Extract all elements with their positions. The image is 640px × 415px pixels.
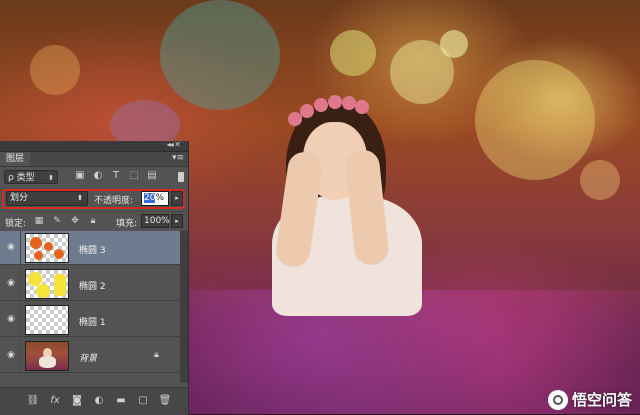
layer-name: 背景 <box>79 354 98 364</box>
lock-transparent-icon[interactable]: ▦ <box>33 215 45 227</box>
eye-icon[interactable]: ◉ <box>5 314 17 324</box>
layer-thumbnail <box>25 269 69 299</box>
delete-layer-icon[interactable]: 🗑︎ <box>158 394 172 408</box>
watermark: 悟空问答 <box>547 389 632 410</box>
flower-crown <box>328 95 342 109</box>
layer-filter-row: ρ 类型 ⬍ ▣ ◐ T ⬚ ▤ <box>0 167 188 187</box>
layer-row-ellipse-1[interactable]: ◉ 椭圆 1 <box>0 303 180 337</box>
thumb-dot <box>44 242 53 251</box>
layer-list: ◉ 椭圆 3 ◉ 椭圆 2 ◉ 椭圆 1 ◉ 背景 🔒︎ <box>0 231 180 383</box>
bottom-icons: ⛓ fx ◙ ◐ ▬ ▢ 🗑︎ <box>26 394 172 408</box>
opacity-selected-text: 20 <box>144 193 156 203</box>
thumb-figure <box>39 356 56 368</box>
layer-row-ellipse-3[interactable]: ◉ 椭圆 3 <box>0 231 180 265</box>
panel-menu-icon[interactable]: ▾≡ <box>172 153 184 163</box>
lock-icon: 🔒︎ <box>154 350 159 360</box>
chevron-down-icon: ⬍ <box>48 174 54 182</box>
layer-name: 椭圆 2 <box>79 282 106 292</box>
fill-input[interactable]: 100% <box>141 214 170 228</box>
watermark-logo-icon <box>547 389 568 410</box>
filter-kind-select[interactable]: ρ 类型 ⬍ <box>4 170 58 184</box>
filter-kind-label: ρ 类型 <box>8 173 35 183</box>
divider <box>20 267 21 301</box>
opacity-unit: % <box>155 193 165 203</box>
layer-thumbnail <box>25 341 69 371</box>
smart-object-filter-icon[interactable]: ▤ <box>146 170 158 182</box>
eye-icon[interactable]: ◉ <box>5 242 17 252</box>
flower-crown <box>342 96 356 110</box>
fill-dropdown[interactable]: ▸ <box>171 214 183 228</box>
layer-thumbnail <box>25 305 69 335</box>
link-layers-icon[interactable]: ⛓ <box>26 394 40 408</box>
layer-name: 椭圆 3 <box>79 246 106 256</box>
divider <box>20 231 21 265</box>
lock-all-icon[interactable]: 🔒︎ <box>87 215 99 227</box>
panel-tab-row: 图层 ▾≡ <box>0 152 188 167</box>
bokeh-circle <box>160 0 280 110</box>
bokeh-circle <box>440 30 468 58</box>
divider <box>20 339 21 373</box>
shape-filter-icon[interactable]: ⬚ <box>128 170 140 182</box>
chevron-down-icon: ⬍ <box>77 194 83 202</box>
opacity-input[interactable]: 20% <box>141 191 169 206</box>
bokeh-circle <box>330 30 376 76</box>
layer-row-background[interactable]: ◉ 背景 🔒︎ <box>0 339 180 373</box>
lock-position-icon[interactable]: ✥ <box>69 215 81 227</box>
eye-icon[interactable]: ◉ <box>5 350 17 360</box>
new-group-icon[interactable]: ▬ <box>114 394 128 408</box>
thumb-dot <box>54 274 66 296</box>
lock-icons: ▦ ✎ ✥ 🔒︎ <box>33 215 99 227</box>
fill-label: 填充: <box>116 219 138 229</box>
thumb-dot <box>54 249 64 259</box>
layer-thumbnail <box>25 233 69 263</box>
blend-mode-value: 划分 <box>10 193 29 203</box>
layer-row-ellipse-2[interactable]: ◉ 椭圆 2 <box>0 267 180 301</box>
bokeh-circle <box>475 60 595 180</box>
new-layer-icon[interactable]: ▢ <box>136 394 150 408</box>
flower-crown <box>300 104 314 118</box>
tab-layers[interactable]: 图层 <box>0 152 31 166</box>
opacity-label: 不透明度: <box>94 196 134 206</box>
layers-bottom-toolbar: ⛓ fx ◙ ◐ ▬ ▢ 🗑︎ <box>0 387 188 415</box>
thumb-dot <box>36 284 50 298</box>
thumb-dot <box>34 251 43 260</box>
blend-mode-select[interactable]: 划分 ⬍ <box>6 191 88 206</box>
bokeh-circle <box>580 160 620 200</box>
filter-icons: ▣ ◐ T ⬚ ▤ <box>74 170 158 182</box>
bokeh-circle <box>30 45 80 95</box>
fx-icon[interactable]: fx <box>48 394 62 408</box>
lock-image-icon[interactable]: ✎ <box>51 215 63 227</box>
collapse-icon[interactable]: ◂◂ ✕ <box>167 140 181 149</box>
type-filter-icon[interactable]: T <box>110 170 122 182</box>
thumb-dot <box>30 237 42 249</box>
layers-panel: ◂◂ ✕ 图层 ▾≡ ρ 类型 ⬍ ▣ ◐ T ⬚ ▤ 划分 ⬍ 不透明度: 2… <box>0 140 189 415</box>
lock-label: 锁定: <box>5 219 27 229</box>
layer-name: 椭圆 1 <box>79 318 106 328</box>
flower-crown <box>314 98 328 112</box>
eye-icon[interactable]: ◉ <box>5 278 17 288</box>
watermark-text: 悟空问答 <box>571 391 632 409</box>
opacity-dropdown[interactable]: ▸ <box>171 191 183 206</box>
add-mask-icon[interactable]: ◙ <box>70 394 84 408</box>
adjustment-layer-icon[interactable]: ◐ <box>92 394 106 408</box>
pixel-filter-icon[interactable]: ▣ <box>74 170 86 182</box>
layer-list-scrollbar[interactable] <box>180 231 188 383</box>
panel-titlebar[interactable]: ◂◂ ✕ <box>0 140 188 152</box>
divider <box>20 303 21 337</box>
flower-crown <box>355 100 369 114</box>
filter-toggle-button[interactable] <box>178 172 184 182</box>
adjustment-filter-icon[interactable]: ◐ <box>92 170 104 182</box>
lock-row: 锁定: ▦ ✎ ✥ 🔒︎ 填充: 100% ▸ <box>0 211 188 230</box>
